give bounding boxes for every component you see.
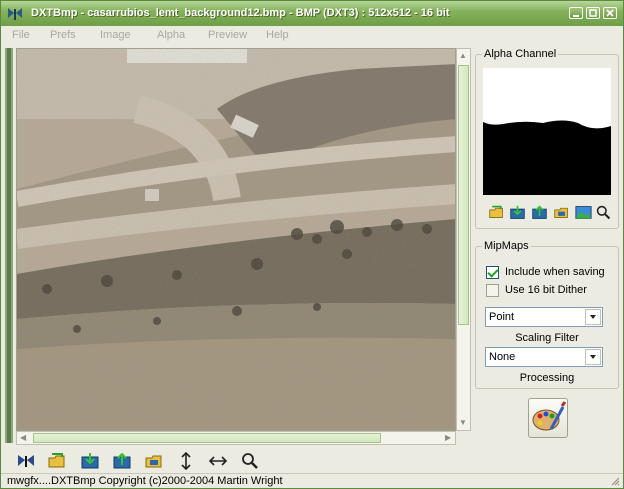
include-when-saving-row[interactable]: Include when saving [486,265,605,279]
vertical-arrows-icon[interactable] [176,451,196,471]
alpha-landscape-icon[interactable] [575,204,592,221]
minimize-icon [573,15,579,17]
menu-image[interactable]: Image [100,29,131,41]
palette-icon [532,401,567,431]
processing-value: None [489,351,516,363]
alpha-zoom-icon[interactable] [595,204,612,221]
paint-palette-button[interactable] [528,398,568,438]
horizontal-arrows-icon[interactable] [208,451,228,471]
use-16bit-dither-row[interactable]: Use 16 bit Dither [486,283,587,297]
alpha-channel-group: Alpha Channel [475,48,619,229]
alpha-mask-image [483,68,611,129]
chevron-down-icon[interactable] [585,309,601,325]
vertical-scrollbar[interactable]: ▲ ▼ [456,48,471,431]
close-icon [606,9,614,17]
scroll-right-icon[interactable]: ▶ [445,433,451,443]
menu-alpha[interactable]: Alpha [157,29,185,41]
menu-help[interactable]: Help [266,29,289,41]
use-16bit-dither-label: Use 16 bit Dither [505,284,587,296]
close-button[interactable] [603,7,617,19]
alpha-export-icon[interactable] [509,204,526,221]
mipmaps-title: MipMaps [482,240,531,252]
zoom-icon[interactable] [240,451,260,471]
horizontal-scroll-thumb[interactable] [33,433,381,443]
alpha-channel-title: Alpha Channel [482,48,559,60]
chevron-down-icon[interactable] [585,349,601,365]
scroll-left-icon[interactable]: ◀ [20,433,26,443]
menu-preview[interactable]: Preview [208,29,247,41]
alpha-import-icon[interactable] [531,204,548,221]
title-bar[interactable]: DXTBmp - casarrubios_lemt_background12.b… [1,1,623,26]
maximize-icon [589,9,597,17]
scaling-filter-select[interactable]: Point [485,307,603,327]
processing-select[interactable]: None [485,347,603,367]
include-when-saving-checkbox[interactable] [486,265,499,279]
open-folder-icon[interactable] [47,451,67,471]
alpha-preview[interactable] [483,68,611,195]
scaling-filter-caption: Scaling Filter [515,332,579,344]
maximize-button[interactable] [586,7,600,19]
export-icon[interactable] [80,451,100,471]
horizontal-scrollbar[interactable]: ◀ ▶ [16,431,456,445]
alpha-open-folder-icon[interactable] [488,204,505,221]
app-icon [8,8,22,20]
minimize-button[interactable] [569,7,583,19]
app-window: DXTBmp - casarrubios_lemt_background12.b… [0,0,624,489]
vertical-scroll-thumb[interactable] [458,65,469,325]
scaling-filter-value: Point [489,311,515,323]
menu-prefs[interactable]: Prefs [50,29,76,41]
include-when-saving-label: Include when saving [505,266,605,278]
scroll-up-icon[interactable]: ▲ [459,51,467,61]
menu-file[interactable]: File [12,29,30,41]
butterfly-icon[interactable] [16,451,36,471]
processing-caption: Processing [519,372,575,384]
menu-bar: File Prefs Image Alpha Preview Help [1,26,623,45]
image-viewport[interactable] [16,48,456,431]
status-bar: mwgfx....DXTBmp Copyright (c)2000-2004 M… [1,473,623,488]
window-title: DXTBmp - casarrubios_lemt_background12.b… [31,7,450,19]
folder-image-icon[interactable] [144,451,164,471]
import-icon[interactable] [112,451,132,471]
mipmaps-group: MipMaps Include when saving Use 16 bit D… [475,240,619,389]
resize-grip-icon[interactable] [610,476,620,486]
use-16bit-dither-checkbox[interactable] [486,283,499,297]
channel-indicator-bar [5,48,13,443]
texture-image [17,49,455,430]
alpha-folder-image-icon[interactable] [553,204,570,221]
status-text: mwgfx....DXTBmp Copyright (c)2000-2004 M… [7,475,283,487]
scroll-down-icon[interactable]: ▼ [459,418,467,428]
